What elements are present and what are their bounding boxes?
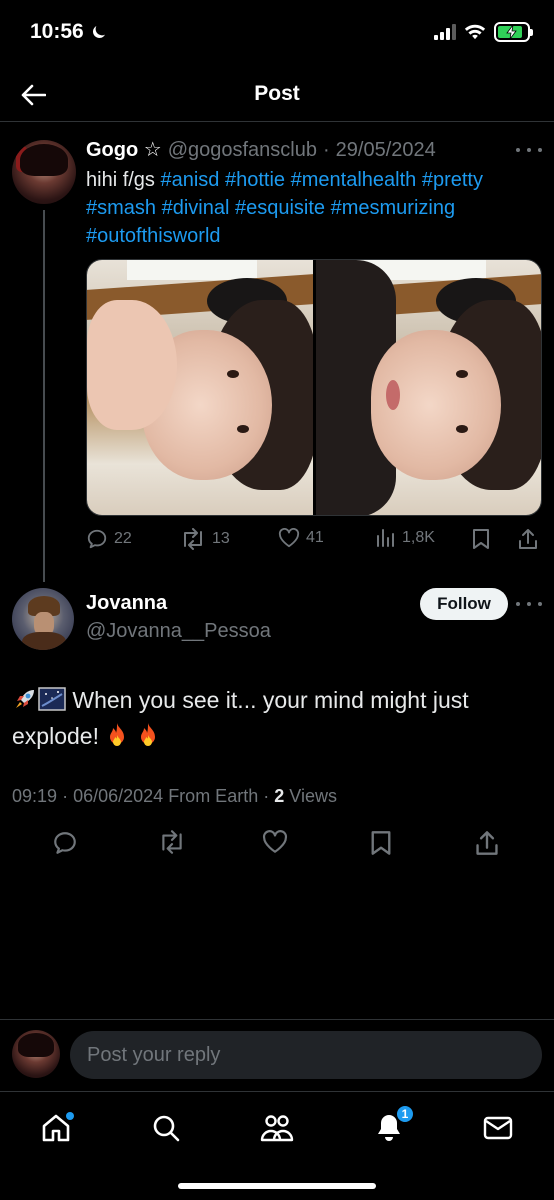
hashtag-link[interactable]: #mesmurizing [331,197,455,219]
like-button[interactable]: 41 [278,528,324,548]
more-options-icon[interactable] [516,599,542,609]
messages-icon [483,1116,513,1140]
hashtag-link[interactable]: #smash [86,197,156,219]
views-count: 1,8K [402,529,435,546]
author-handle[interactable]: @gogosfansclub [168,139,317,162]
moon-icon [92,26,105,38]
repost-icon [162,830,182,854]
nav-search[interactable] [146,1108,186,1148]
home-indicator [178,1183,376,1189]
post-text-line2: explode! [12,723,99,749]
notification-badge: 1 [395,1104,415,1124]
status-bar: 10:56 [0,0,554,66]
bookmark-button[interactable] [370,830,392,861]
avatar-gogo[interactable] [12,140,76,204]
bookmark-icon [473,529,489,549]
views-button[interactable]: 1,8K [376,528,435,548]
post-text-line1: When you see it... your mind might just [72,687,469,713]
share-button[interactable] [475,830,499,861]
like-count: 41 [306,529,324,546]
share-button[interactable] [518,528,538,550]
home-unread-dot [66,1112,74,1120]
current-user-avatar[interactable] [12,1030,60,1078]
fire-emoji [136,722,160,756]
media-grid [86,259,542,516]
more-options-icon[interactable] [516,145,542,155]
hashtag-link[interactable]: #pretty [422,169,483,191]
repost-icon [184,528,202,550]
fire-emoji [105,722,129,756]
repost-count: 13 [212,530,230,547]
share-icon [519,529,537,549]
author-handle[interactable]: @Jovanna__Pessoa [86,620,271,643]
dot-separator: · [62,786,69,806]
dot-separator: · [323,139,330,161]
avatar-jovanna[interactable] [12,588,74,650]
dot-separator: · [263,786,270,806]
bookmark-icon [371,831,391,855]
parent-post-header: Gogo ☆ @gogosfansclub · 29/05/2024 [86,137,436,162]
repost-button[interactable]: 13 [180,528,230,550]
reply-icon [54,832,76,854]
battery-icon [494,22,533,42]
reply-input[interactable]: Post your reply [70,1031,542,1079]
page-title: Post [254,82,300,105]
views-count: 2 [274,786,285,806]
hashtag-link[interactable]: #hottie [225,169,285,191]
nav-communities[interactable] [257,1108,297,1148]
cellular-signal-icon [434,24,456,40]
heart-icon [278,528,300,548]
follow-button[interactable]: Follow [420,588,508,620]
post-text-prefix: hihi f/gs [86,169,161,191]
post-time: 09:19 [12,786,58,806]
parent-post-actions: 22 13 41 1,8K [86,526,542,556]
hashtag-link[interactable]: #esquisite [235,197,325,219]
share-icon [476,831,498,855]
post-source: From Earth [168,786,259,806]
post-actions [0,828,554,862]
author-name[interactable]: Jovanna [86,592,167,615]
wifi-icon [464,24,486,40]
post-photo[interactable] [87,260,313,515]
nav-notifications[interactable]: 1 [369,1104,415,1148]
hashtag-link[interactable]: #mentalhealth [291,169,417,191]
nav-messages[interactable] [478,1108,518,1148]
hashtag-link[interactable]: #outofthisworld [86,225,221,247]
bookmark-button[interactable] [472,528,490,550]
reply-count: 22 [114,530,132,547]
reply-button[interactable]: 22 [86,528,132,550]
thread-line [43,210,45,582]
search-icon [153,1115,180,1142]
parent-post-text: hihi f/gs #anisd #hottie #mentalhealth #… [86,166,542,250]
author-name[interactable]: Gogo ☆ [86,137,162,162]
top-header: Post [0,66,554,122]
status-time: 10:56 [30,20,84,43]
post-metadata: 09:19 · 06/06/2024 From Earth · 2 Views [12,786,337,807]
heart-icon [263,830,287,853]
reply-icon [87,529,107,549]
reply-button[interactable] [52,830,78,861]
hashtag-link[interactable]: #anisd [160,169,219,191]
rocket-emoji [12,686,38,720]
post-photo[interactable] [315,260,541,515]
like-button[interactable] [262,830,288,859]
analytics-icon [377,529,394,547]
views-label: Views [289,786,337,806]
post-text: When you see it... your mind might just … [12,684,542,756]
post-date[interactable]: 29/05/2024 [336,139,436,162]
hashtag-link[interactable]: #divinal [162,197,230,219]
nav-home[interactable] [36,1108,76,1148]
post-date: 06/06/2024 [73,786,164,806]
repost-button[interactable] [158,830,186,859]
communities-icon [260,1115,294,1142]
night-sky-emoji [38,686,66,720]
